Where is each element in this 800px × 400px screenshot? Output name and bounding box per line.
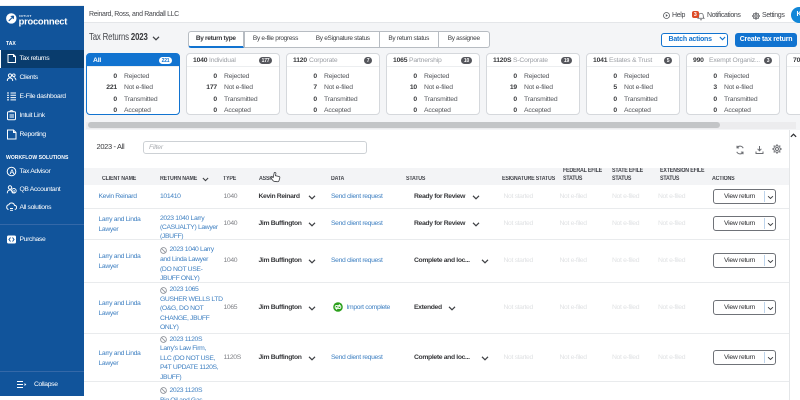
svg-text:proconnect: proconnect: [19, 16, 68, 27]
svg-text:A: A: [10, 169, 15, 176]
